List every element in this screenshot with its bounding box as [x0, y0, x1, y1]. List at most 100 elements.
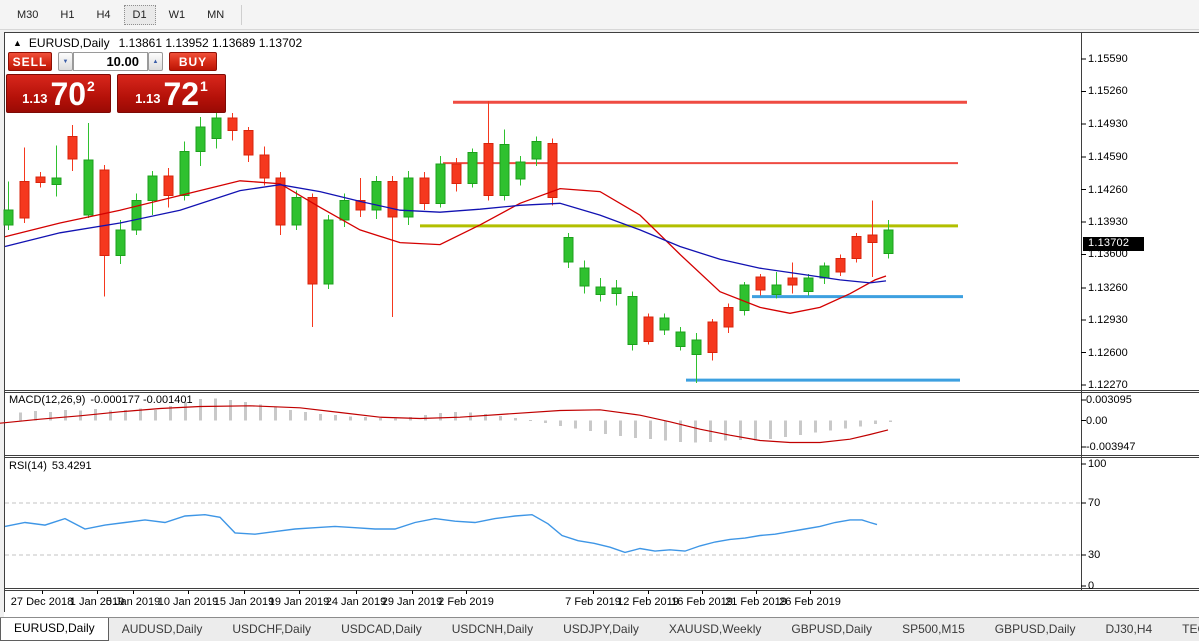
timeframe-button-h4[interactable]: H4 [87, 5, 119, 25]
candle-body [340, 200, 349, 220]
macd-bar [394, 419, 397, 421]
candle-body [516, 162, 525, 179]
macd-bar [859, 421, 862, 427]
macd-bar [184, 402, 187, 421]
macd-bar [874, 421, 877, 424]
macd-bar [109, 411, 112, 421]
candle-body [580, 268, 589, 286]
toolbar-separator [241, 5, 242, 25]
candle-body [724, 307, 733, 327]
macd-bar [199, 399, 202, 420]
tab-usdcad-daily[interactable]: USDCAD,Daily [328, 618, 435, 641]
buy-price-button[interactable]: 1.13721 [117, 74, 226, 113]
macd-bar [364, 417, 367, 420]
tab-audusd-daily[interactable]: AUDUSD,Daily [109, 618, 216, 641]
chart-title: ▲EURUSD,Daily1.13861 1.13952 1.13689 1.1… [13, 36, 302, 50]
volume-input[interactable] [73, 52, 148, 71]
tab-xauusd-weekly[interactable]: XAUUSD,Weekly [656, 618, 774, 641]
candle-body [548, 143, 557, 197]
collapse-triangle-icon: ▲ [13, 38, 22, 48]
candle-body [68, 137, 77, 160]
mt4-window: M30H1H4D1W1MN MACD(12,26,9)-0.000177 -0.… [0, 0, 1199, 641]
candle-body [196, 127, 205, 152]
macd-bar [769, 421, 772, 440]
tab-eurusd-daily[interactable]: EURUSD,Daily [0, 618, 109, 641]
volume-increase-button[interactable]: ▲ [148, 52, 163, 71]
macd-bar [514, 418, 517, 421]
sell-price-sup: 2 [87, 78, 95, 94]
macd-bar [214, 399, 217, 421]
chart-ohlc: 1.13861 1.13952 1.13689 1.13702 [119, 36, 303, 50]
candle-body [676, 332, 685, 347]
macd-bar [829, 421, 832, 431]
candle-body [388, 182, 397, 217]
buy-button[interactable]: BUY [169, 52, 217, 71]
tab-dj30-h4[interactable]: DJ30,H4 [1092, 618, 1165, 641]
price-axis[interactable] [1082, 33, 1199, 589]
candle-body [836, 258, 845, 272]
macd-bar [154, 410, 157, 421]
candle-body [4, 210, 13, 225]
macd-bar [229, 400, 232, 421]
timeframe-button-w1[interactable]: W1 [160, 5, 195, 25]
triangle-up-icon: ▲ [153, 59, 159, 65]
macd-bar [814, 421, 817, 433]
tab-tech100[interactable]: TECH100, [1169, 618, 1199, 641]
sell-price-big: 70 [50, 75, 86, 112]
macd-bar [619, 421, 622, 436]
tab-gbpusd-daily[interactable]: GBPUSD,Daily [778, 618, 885, 641]
rsi-line [5, 515, 877, 553]
candle-body [820, 266, 829, 278]
time-axis[interactable] [4, 591, 1081, 617]
macd-bar [304, 412, 307, 421]
candle-body [596, 287, 605, 295]
candle-body [868, 235, 877, 243]
buy-price-sup: 1 [200, 78, 208, 94]
macd-bar [274, 407, 277, 420]
candle-body [788, 278, 797, 285]
macd-bar [349, 417, 352, 421]
timeframe-button-mn[interactable]: MN [198, 5, 233, 25]
buy-price-big: 72 [163, 75, 199, 112]
macd-bar [259, 405, 262, 421]
macd-bar [334, 415, 337, 420]
macd-bar [49, 412, 52, 421]
timeframe-button-m30[interactable]: M30 [8, 5, 47, 25]
candle-body [20, 182, 29, 218]
candle-body [148, 176, 157, 201]
macd-histogram-group [19, 399, 892, 443]
timeframe-button-h1[interactable]: H1 [51, 5, 83, 25]
tab-usdjpy-daily[interactable]: USDJPY,Daily [550, 618, 652, 641]
candle-body [884, 230, 893, 254]
tab-usdcnh-daily[interactable]: USDCNH,Daily [439, 618, 546, 641]
sell-button[interactable]: SELL [8, 52, 52, 71]
candle-body [692, 340, 701, 355]
tab-usdchf-daily[interactable]: USDCHF,Daily [219, 618, 324, 641]
candle-body [500, 144, 509, 195]
candle-body [452, 164, 461, 184]
macd-bar [379, 418, 382, 421]
timeframe-button-d1[interactable]: D1 [124, 5, 156, 25]
candle-body [212, 118, 221, 139]
sell-price-prefix: 1.13 [22, 91, 47, 106]
candle-body [852, 237, 861, 259]
macd-bar [289, 410, 292, 421]
candle-body [468, 152, 477, 183]
candle-body [436, 164, 445, 203]
macd-bar [574, 421, 577, 429]
macd-bar [244, 402, 247, 421]
tab-gbpusd-daily[interactable]: GBPUSD,Daily [982, 618, 1089, 641]
candles-group [4, 101, 893, 383]
chart-frame [4, 32, 1199, 612]
timeframe-toolbar: M30H1H4D1W1MN [0, 0, 1199, 30]
candle-body [532, 142, 541, 160]
macd-bar [724, 421, 727, 441]
tab-sp500-m15[interactable]: SP500,M15 [889, 618, 978, 641]
volume-decrease-button[interactable]: ▼ [58, 52, 73, 71]
macd-bar [844, 421, 847, 429]
macd-bar [499, 416, 502, 421]
candle-body [644, 317, 653, 342]
candle-body [228, 118, 237, 131]
candle-body [804, 278, 813, 292]
sell-price-button[interactable]: 1.13702 [6, 74, 111, 113]
